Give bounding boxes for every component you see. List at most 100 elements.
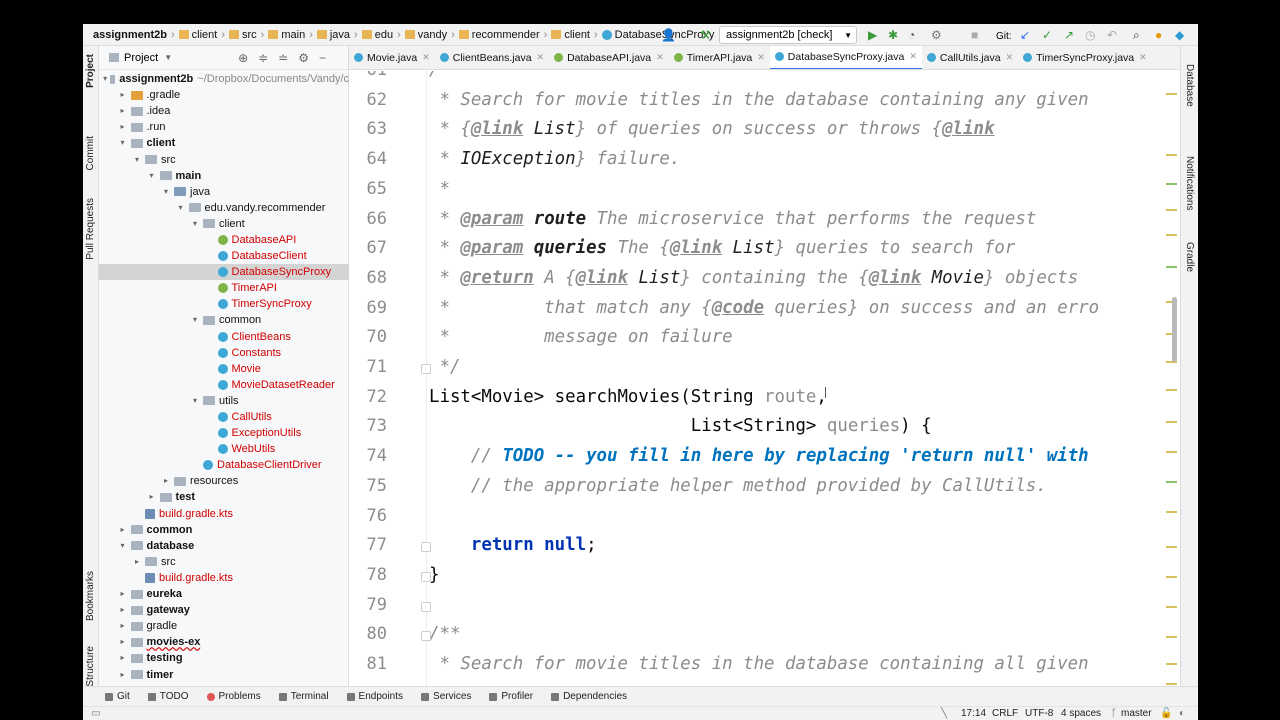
file-encoding[interactable]: UTF-8: [1025, 708, 1053, 719]
error-stripe-mark[interactable]: [1166, 481, 1177, 483]
error-stripe-mark[interactable]: [1166, 234, 1177, 236]
more-run-icon[interactable]: ⚙: [931, 28, 942, 42]
error-stripe[interactable]: [1166, 71, 1178, 686]
expand-toggle-icon[interactable]: ▾: [190, 312, 200, 328]
error-stripe-mark[interactable]: [1166, 154, 1177, 156]
line-separator[interactable]: CRLF: [992, 708, 1018, 719]
code-line[interactable]: * message on failure: [429, 325, 732, 349]
editor-tab[interactable]: TimerAPI.java ✕: [669, 46, 770, 69]
tree-item[interactable]: ▸ test: [99, 489, 349, 505]
tree-item[interactable]: ▸ eureka: [99, 586, 349, 602]
expand-toggle-icon[interactable]: ▸: [118, 522, 128, 538]
code-line[interactable]: * Search for movie titles in the databas…: [429, 88, 1088, 112]
error-stripe-mark[interactable]: [1166, 93, 1177, 95]
code-line[interactable]: * @param queries The {@link List} querie…: [429, 236, 1015, 260]
tool-window-button[interactable]: Git: [105, 691, 130, 702]
tree-item[interactable]: WebUtils: [99, 441, 349, 457]
breadcrumb-item[interactable]: DatabaseSyncProxy: [601, 29, 714, 41]
tree-item[interactable]: CallUtils: [99, 409, 349, 425]
tree-item[interactable]: TimerAPI: [99, 280, 349, 296]
expand-toggle-icon[interactable]: ▸: [147, 489, 157, 505]
code-line[interactable]: return null;: [429, 533, 597, 557]
tool-window-button[interactable]: TODO: [147, 691, 189, 702]
tool-window-button[interactable]: Services: [421, 691, 471, 702]
error-stripe-mark[interactable]: [1166, 606, 1177, 608]
error-stripe-mark[interactable]: [1166, 389, 1177, 391]
expand-toggle-icon[interactable]: ▸: [118, 586, 128, 602]
git-push-icon[interactable]: ↗: [1064, 28, 1074, 42]
expand-toggle-icon[interactable]: ▾: [161, 184, 171, 200]
editor-tab[interactable]: CallUtils.java ✕: [922, 46, 1018, 69]
jetbrains-icon[interactable]: ◆: [1175, 28, 1184, 42]
scrollbar-thumb[interactable]: [1172, 297, 1177, 362]
tree-item[interactable]: ▾ client: [99, 135, 349, 151]
close-icon[interactable]: ✕: [909, 51, 917, 62]
breadcrumb-item[interactable]: java: [316, 29, 350, 41]
fold-marker-icon[interactable]: [421, 601, 431, 612]
fold-marker-icon[interactable]: [421, 571, 431, 582]
project-tool-button[interactable]: Project: [85, 54, 96, 88]
close-icon[interactable]: ✕: [1139, 52, 1147, 63]
tree-item[interactable]: ▸ common: [99, 522, 349, 538]
tree-item[interactable]: ▸ .gradle: [99, 87, 349, 103]
tree-item[interactable]: Constants: [99, 345, 349, 361]
git-update-icon[interactable]: ↙: [1020, 28, 1030, 42]
tree-item[interactable]: ▾ assignment2b ~/Dropbox/Documents/Vandy/c: [99, 71, 349, 87]
code-line[interactable]: /**: [429, 622, 460, 646]
expand-toggle-icon[interactable]: ▾: [176, 200, 186, 216]
editor-tab[interactable]: Movie.java ✕: [349, 46, 435, 69]
code-line[interactable]: // TODO -- you fill in here by replacing…: [429, 444, 1089, 468]
tree-item[interactable]: ▾ main: [99, 168, 349, 184]
breadcrumb-item[interactable]: assignment2b: [93, 29, 167, 41]
commit-tool-button[interactable]: Commit: [85, 136, 96, 170]
fold-marker-icon[interactable]: [421, 631, 431, 642]
expand-toggle-icon[interactable]: ▾: [118, 135, 128, 151]
breadcrumb-item[interactable]: recommender: [458, 29, 540, 41]
error-stripe-mark[interactable]: [1166, 683, 1177, 685]
expand-toggle-icon[interactable]: ▸: [118, 667, 128, 683]
expand-toggle-icon[interactable]: ▸: [118, 618, 128, 634]
breadcrumb-item[interactable]: client: [178, 29, 217, 41]
close-icon[interactable]: ✕: [1006, 52, 1014, 63]
caret-position[interactable]: 17:14: [961, 708, 986, 719]
editor-tab[interactable]: DatabaseSyncProxy.java ✕: [769, 46, 922, 69]
tree-item[interactable]: ▾ java: [99, 184, 349, 200]
tree-item[interactable]: ExceptionUtils: [99, 425, 349, 441]
code-line[interactable]: * @return A {@link List} containing the …: [429, 266, 1078, 290]
rollback-icon[interactable]: ↶: [1107, 28, 1117, 42]
editor-tab[interactable]: DatabaseAPI.java ✕: [549, 46, 669, 69]
hammer-icon[interactable]: ⚒: [700, 28, 711, 42]
code-line[interactable]: *: [429, 177, 449, 201]
tool-window-button[interactable]: Terminal: [278, 691, 329, 702]
git-branch[interactable]: master: [1121, 708, 1152, 719]
lock-icon[interactable]: 🔓: [1160, 708, 1172, 719]
tree-item[interactable]: ▸ .idea: [99, 103, 349, 119]
tree-item[interactable]: TimerSyncProxy: [99, 296, 349, 312]
tree-item[interactable]: ▸ gateway: [99, 602, 349, 618]
git-commit-icon[interactable]: ✓: [1042, 28, 1052, 42]
expand-toggle-icon[interactable]: ▾: [190, 393, 200, 409]
expand-toggle-icon[interactable]: ▾: [118, 538, 128, 554]
run-icon[interactable]: ▶: [868, 28, 877, 42]
expand-toggle-icon[interactable]: ▸: [161, 473, 171, 489]
error-stripe-mark[interactable]: [1166, 663, 1177, 665]
expand-toggle-icon[interactable]: ▸: [118, 87, 128, 103]
tree-item[interactable]: ▸ movies-ex: [99, 634, 349, 650]
expand-toggle-icon[interactable]: ▸: [118, 650, 128, 666]
code-line[interactable]: /**: [429, 71, 460, 82]
build-user-icon[interactable]: 👤: [661, 28, 676, 42]
error-stripe-mark[interactable]: [1166, 266, 1177, 268]
tree-item[interactable]: DatabaseClient: [99, 248, 349, 264]
error-stripe-mark[interactable]: [1166, 636, 1177, 638]
tree-item[interactable]: ▸ timer: [99, 666, 349, 682]
error-stripe-mark[interactable]: [1166, 546, 1177, 548]
code-line[interactable]: // the appropriate helper method provide…: [429, 474, 1047, 498]
bookmarks-tool-button[interactable]: Bookmarks: [85, 571, 96, 621]
code-line[interactable]: * Search for movie titles in the databas…: [429, 652, 1088, 676]
breadcrumb-item[interactable]: edu: [361, 29, 393, 41]
error-stripe-mark[interactable]: [1166, 209, 1177, 211]
code-line[interactable]: List<Movie> searchMovies(String route,: [429, 385, 827, 409]
fold-marker-icon[interactable]: [421, 364, 431, 374]
update-icon[interactable]: ●: [1155, 28, 1162, 42]
code-line[interactable]: List<String> queries) {: [429, 414, 932, 438]
